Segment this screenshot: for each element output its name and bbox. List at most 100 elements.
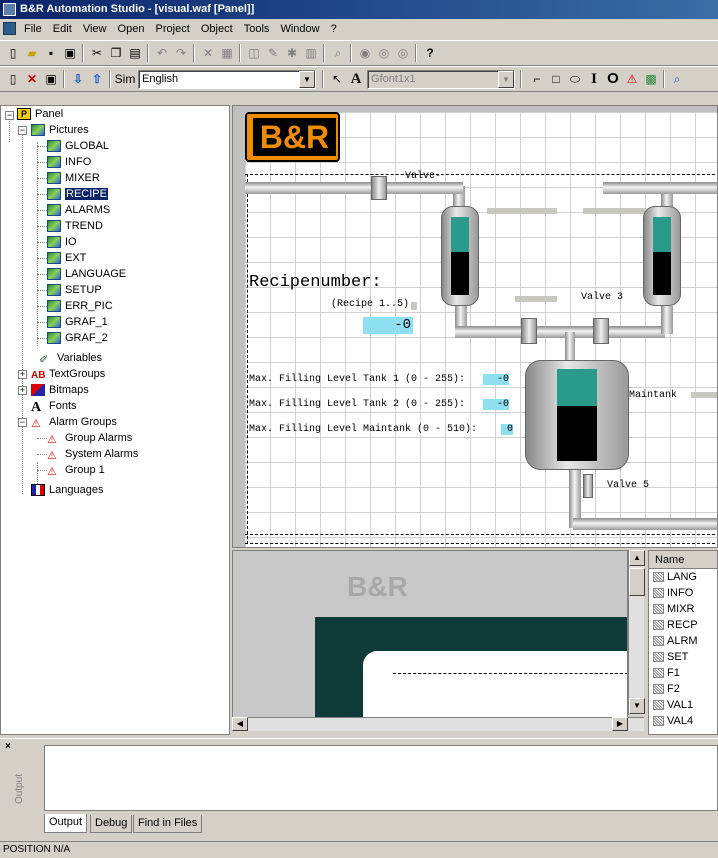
- fill-level-tank1-input[interactable]: -0: [483, 374, 509, 385]
- scroll-right-icon[interactable]: ▶: [612, 717, 628, 731]
- line-tool-icon[interactable]: ⌐: [528, 70, 546, 88]
- tree-picture-trend[interactable]: TREND: [47, 218, 103, 234]
- cut-icon[interactable]: ✂: [88, 44, 106, 62]
- menu-view[interactable]: View: [83, 23, 107, 35]
- tree-root[interactable]: P Panel: [17, 106, 63, 122]
- zoom-icon[interactable]: ⌕: [668, 70, 686, 88]
- language-select[interactable]: English ▼: [138, 70, 316, 89]
- list-item[interactable]: ALRM: [649, 633, 717, 649]
- list-item[interactable]: SET: [649, 649, 717, 665]
- input-tool-icon[interactable]: I: [585, 70, 603, 88]
- expand-icon[interactable]: +: [18, 370, 27, 379]
- watch-icon[interactable]: ◎: [375, 44, 393, 62]
- collapse-icon[interactable]: −: [18, 126, 27, 135]
- bitmap-tool-icon[interactable]: ▩: [642, 70, 660, 88]
- trace-icon[interactable]: ◎: [394, 44, 412, 62]
- tree-bitmaps[interactable]: Bitmaps: [31, 382, 89, 398]
- alarm-tool-icon[interactable]: ⚠: [623, 70, 641, 88]
- tree-picture-graf_1[interactable]: GRAF_1: [47, 314, 108, 330]
- preview-horizontal-scrollbar[interactable]: ◀ ▶: [232, 717, 644, 731]
- preview-pane[interactable]: B&R: [232, 550, 628, 730]
- ellipse-tool-icon[interactable]: ⬭: [566, 70, 584, 88]
- scroll-thumb[interactable]: [629, 568, 645, 596]
- redo-icon[interactable]: ↷: [172, 44, 190, 62]
- tree-alarm-groups[interactable]: ⚠ Alarm Groups: [31, 414, 117, 430]
- tree-alarm-item[interactable]: ⚠ System Alarms: [47, 446, 138, 462]
- open-folder-icon[interactable]: ▰: [23, 44, 41, 62]
- save-icon[interactable]: ▪: [42, 44, 60, 62]
- pointer-icon[interactable]: ↖: [328, 70, 346, 88]
- menu-edit[interactable]: Edit: [53, 23, 72, 35]
- collapse-icon[interactable]: −: [18, 418, 27, 427]
- valve-2[interactable]: [593, 318, 609, 344]
- font-select[interactable]: Gfont1x1 ▼: [367, 70, 515, 89]
- collapse-icon[interactable]: −: [5, 111, 14, 120]
- valve-top[interactable]: [371, 176, 387, 200]
- arrow-down-icon[interactable]: ⇩: [69, 70, 87, 88]
- monitor-icon[interactable]: ◉: [356, 44, 374, 62]
- list-item[interactable]: RECP: [649, 617, 717, 633]
- tree-alarm-item[interactable]: ⚠ Group 1: [47, 462, 105, 478]
- tree-picture-err_pic[interactable]: ERR_PIC: [47, 298, 113, 314]
- list-item[interactable]: F2: [649, 681, 717, 697]
- copy-icon[interactable]: ❐: [107, 44, 125, 62]
- tree-picture-alarms[interactable]: ALARMS: [47, 202, 110, 218]
- tree-picture-setup[interactable]: SETUP: [47, 282, 102, 298]
- menu-window[interactable]: Window: [280, 23, 319, 35]
- tab-output[interactable]: Output: [44, 814, 88, 833]
- tree-picture-info[interactable]: INFO: [47, 154, 91, 170]
- menu-tools[interactable]: Tools: [244, 23, 270, 35]
- valve-1[interactable]: [521, 318, 537, 344]
- fill-level-maintank-input[interactable]: 0: [501, 424, 513, 435]
- list-item[interactable]: F1: [649, 665, 717, 681]
- scroll-left-icon[interactable]: ◀: [232, 717, 248, 731]
- edit-icon[interactable]: ✎: [264, 44, 282, 62]
- build-icon[interactable]: ✱: [283, 44, 301, 62]
- tree-picture-mixer[interactable]: MIXER: [47, 170, 100, 186]
- chevron-down-icon[interactable]: ▼: [299, 71, 315, 88]
- rectangle-tool-icon[interactable]: □: [547, 70, 565, 88]
- find-icon[interactable]: ⌕: [329, 44, 347, 62]
- list-header[interactable]: Name: [649, 551, 717, 569]
- document-icon[interactable]: [3, 22, 16, 35]
- help-icon[interactable]: ?: [421, 44, 439, 62]
- tree-picture-ext[interactable]: EXT: [47, 250, 86, 266]
- tree-alarm-item[interactable]: ⚠ Group Alarms: [47, 430, 132, 446]
- undo-icon[interactable]: ↶: [153, 44, 171, 62]
- tree-pictures[interactable]: Pictures: [31, 122, 89, 138]
- tree-picture-graf_2[interactable]: GRAF_2: [47, 330, 108, 346]
- tab-find-in-files[interactable]: Find in Files: [133, 815, 203, 833]
- object-list-icon[interactable]: ▣: [42, 70, 60, 88]
- list-item[interactable]: VAL4: [649, 713, 717, 729]
- scroll-down-icon[interactable]: ▼: [629, 698, 645, 714]
- menu-open[interactable]: Open: [118, 23, 145, 35]
- insert-icon[interactable]: ◫: [245, 44, 263, 62]
- menu-project[interactable]: Project: [156, 23, 190, 35]
- transfer-icon[interactable]: ▥: [302, 44, 320, 62]
- menu-object[interactable]: Object: [201, 23, 233, 35]
- font-icon[interactable]: A: [347, 70, 365, 88]
- list-item[interactable]: LANG: [649, 569, 717, 585]
- list-item[interactable]: INFO: [649, 585, 717, 601]
- scroll-up-icon[interactable]: ▲: [629, 550, 645, 566]
- fill-level-tank2-input[interactable]: -0: [483, 399, 509, 410]
- menu-file[interactable]: File: [24, 23, 42, 35]
- expand-icon[interactable]: +: [18, 386, 27, 395]
- properties-icon[interactable]: ▦: [218, 44, 236, 62]
- tree-variables[interactable]: ✐ Variables: [39, 350, 102, 366]
- tree-picture-io[interactable]: IO: [47, 234, 77, 250]
- new-file-icon[interactable]: ▯: [4, 44, 22, 62]
- new-object-icon[interactable]: ▯: [4, 70, 22, 88]
- delete-icon[interactable]: ✕: [199, 44, 217, 62]
- output-tool-icon[interactable]: O: [604, 70, 622, 88]
- tab-debug[interactable]: Debug: [90, 815, 133, 833]
- picture-editor[interactable]: B&R Valve- Valve 3 Maintank Valve 5 Reci…: [232, 105, 718, 548]
- save-all-icon[interactable]: ▣: [61, 44, 79, 62]
- chevron-down-icon[interactable]: ▼: [498, 71, 514, 88]
- recipe-number-input[interactable]: -0: [363, 317, 413, 334]
- arrow-up-icon[interactable]: ⇧: [88, 70, 106, 88]
- tree-textgroups[interactable]: AB TextGroups: [31, 366, 105, 382]
- tree-picture-recipe[interactable]: RECIPE: [47, 186, 108, 202]
- tree-languages[interactable]: Languages: [31, 482, 103, 498]
- valve-5[interactable]: [583, 474, 593, 498]
